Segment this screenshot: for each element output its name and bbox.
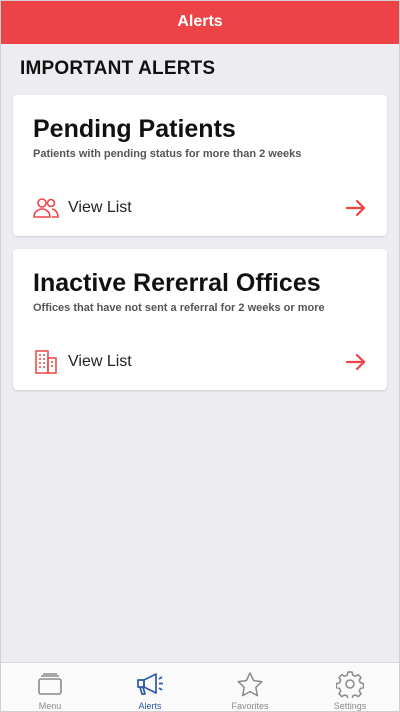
tab-alerts[interactable]: Alerts <box>100 663 200 712</box>
menu-icon <box>35 669 65 699</box>
card-subtitle: Patients with pending status for more th… <box>33 148 302 160</box>
header-title: Alerts <box>177 13 223 30</box>
view-list-link-inactive-offices[interactable]: View List <box>33 347 367 377</box>
tab-label: Alerts <box>138 701 162 711</box>
star-icon <box>235 669 265 699</box>
tab-bar: Menu Alerts Favorites Settings <box>0 662 400 712</box>
tab-favorites[interactable]: Favorites <box>200 663 300 712</box>
alert-card-pending-patients: Pending Patients Patients with pending s… <box>13 95 387 236</box>
tab-label: Favorites <box>231 701 269 711</box>
tab-label: Settings <box>333 701 367 711</box>
card-subtitle: Offices that have not sent a referral fo… <box>33 302 325 314</box>
alert-card-inactive-offices: Inactive Rererral Offices Offices that h… <box>13 249 387 390</box>
arrow-right-icon <box>345 197 367 219</box>
view-list-label: View List <box>68 199 132 216</box>
tab-menu[interactable]: Menu <box>0 663 100 712</box>
view-list-link-pending-patients[interactable]: View List <box>33 193 367 223</box>
building-icon <box>33 349 59 375</box>
card-title: Inactive Rererral Offices <box>33 269 321 297</box>
arrow-right-icon <box>345 351 367 373</box>
header-bar: Alerts <box>0 0 400 44</box>
section-title: IMPORTANT ALERTS <box>20 58 216 79</box>
gear-icon <box>335 669 365 699</box>
tab-settings[interactable]: Settings <box>300 663 400 712</box>
card-title: Pending Patients <box>33 115 236 143</box>
megaphone-icon <box>135 669 165 699</box>
view-list-label: View List <box>68 353 132 370</box>
people-icon <box>33 195 59 221</box>
tab-label: Menu <box>38 701 62 711</box>
